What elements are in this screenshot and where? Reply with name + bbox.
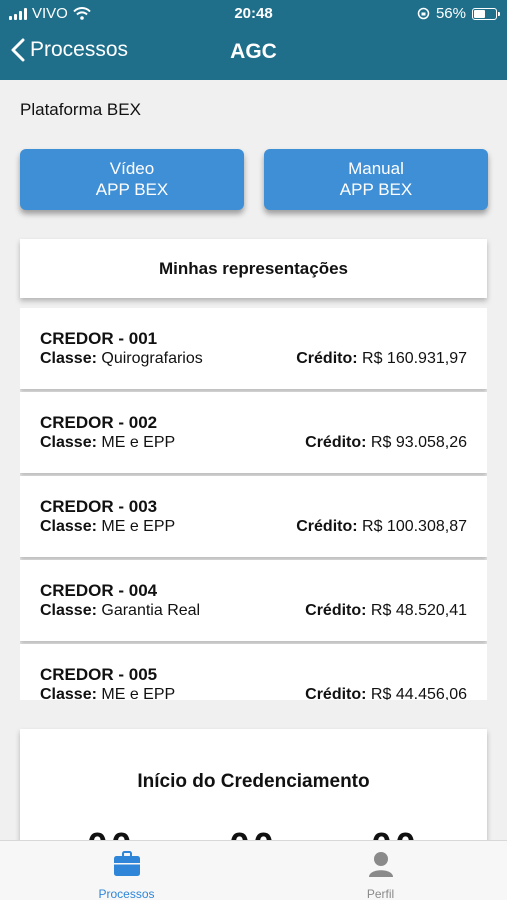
manual-app-bex-button[interactable]: Manual APP BEX (264, 149, 488, 210)
back-button[interactable]: Processos (10, 38, 128, 62)
creditor-item[interactable]: CREDOR - 004 Classe: Garantia Real Crédi… (20, 560, 487, 641)
classe-label: Classe: (40, 602, 97, 619)
credito-value: R$ 100.308,87 (362, 518, 467, 535)
creditor-item[interactable]: CREDOR - 001 Classe: Quirografarios Créd… (20, 308, 487, 389)
creditor-name: CREDOR - 001 (40, 329, 158, 348)
creditor-item[interactable]: CREDOR - 005 Classe: ME e EPP Crédito: R… (20, 644, 487, 700)
credenciamento-title: Início do Credenciamento (137, 771, 370, 792)
tab-processos[interactable]: Processos (0, 841, 253, 900)
nav-bar: Processos AGC (0, 30, 507, 76)
tab-processos-label: Processos (98, 887, 155, 900)
classe-value: ME e EPP (101, 434, 176, 451)
status-bar: VIVO 20:48 56% (0, 0, 507, 28)
classe-label: Classe: (40, 518, 97, 535)
battery-percent: 56% (435, 5, 466, 22)
video-button-line1: Vídeo (109, 159, 155, 178)
creditor-name: CREDOR - 004 (40, 581, 158, 600)
classe-label: Classe: (40, 434, 97, 451)
credito-label: Crédito: (296, 350, 358, 367)
video-app-bex-button[interactable]: Vídeo APP BEX (20, 149, 244, 210)
chevron-left-icon (11, 38, 25, 62)
manual-button-line1: Manual (348, 159, 404, 178)
creditor-item[interactable]: CREDOR - 003 Classe: ME e EPP Crédito: R… (20, 476, 487, 557)
credito-label: Crédito: (296, 518, 358, 535)
credenciamento-card: Início do Credenciamento 00 00 00 (20, 729, 487, 866)
person-icon (368, 852, 393, 877)
credito-value: R$ 160.931,97 (362, 350, 467, 367)
credito-label: Crédito: (305, 602, 367, 619)
video-button-line2: APP BEX (95, 180, 169, 199)
credito-value: R$ 93.058,26 (370, 434, 467, 451)
credito-value: R$ 44.456,06 (370, 686, 467, 700)
creditor-name: CREDOR - 002 (40, 413, 158, 432)
manual-button-line2: APP BEX (339, 180, 413, 199)
classe-value: Garantia Real (101, 602, 201, 619)
classe-label: Classe: (40, 350, 97, 367)
app-header: VIVO 20:48 56% Processos AGC (0, 0, 507, 80)
tab-bar: Processos Perfil (0, 840, 507, 900)
classe-value: Quirografarios (101, 350, 203, 367)
battery-icon (472, 7, 500, 20)
tab-perfil-label: Perfil (366, 887, 395, 900)
credito-label: Crédito: (305, 686, 367, 700)
classe-value: ME e EPP (101, 686, 176, 700)
back-label: Processos (30, 38, 129, 61)
credito-label: Crédito: (305, 434, 367, 451)
platform-label: Plataforma BEX (20, 100, 141, 119)
creditor-name: CREDOR - 003 (40, 497, 158, 516)
creditor-list[interactable]: CREDOR - 001 Classe: Quirografarios Créd… (20, 308, 487, 700)
classe-label: Classe: (40, 686, 97, 700)
creditor-item[interactable]: CREDOR - 002 Classe: ME e EPP Crédito: R… (20, 392, 487, 473)
classe-value: ME e EPP (101, 518, 176, 535)
briefcase-icon (113, 851, 140, 876)
creditor-name: CREDOR - 005 (40, 665, 158, 684)
orientation-lock-icon (417, 7, 430, 20)
credito-value: R$ 48.520,41 (370, 602, 467, 619)
tab-perfil[interactable]: Perfil (254, 841, 507, 900)
representations-header: Minhas representações (20, 239, 487, 298)
